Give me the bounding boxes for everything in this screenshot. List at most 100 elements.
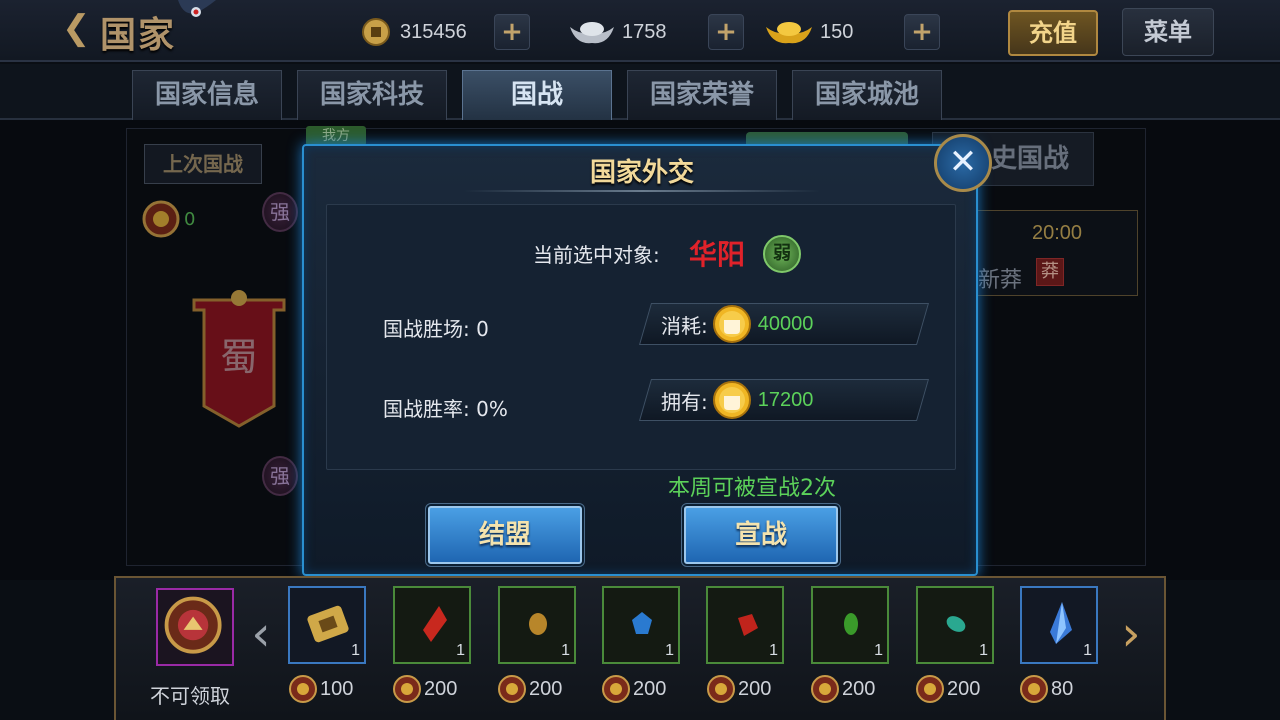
copper-resource: 315456	[358, 12, 467, 52]
own-value: 17200	[757, 388, 814, 411]
gold-ingot-icon	[766, 22, 812, 44]
item-cost: 100	[288, 674, 353, 704]
tab-country-cities[interactable]: 国家城池	[792, 70, 942, 120]
silver-ingot-icon	[570, 22, 614, 44]
red-crystal-icon	[423, 606, 447, 642]
add-gold-button[interactable]: +	[904, 14, 940, 50]
menu-button[interactable]: 菜单	[1122, 8, 1214, 56]
copper-value: 315456	[400, 20, 467, 43]
own-label: 拥有:	[661, 389, 708, 414]
cost-value: 200	[633, 677, 667, 700]
recharge-button[interactable]: 充值	[1008, 10, 1098, 56]
blue-shard-icon	[1050, 602, 1072, 644]
item-quantity: 1	[351, 642, 360, 659]
cost-value: 200	[529, 677, 563, 700]
tab-country-tech[interactable]: 国家科技	[297, 70, 447, 120]
copper-coin-icon	[362, 18, 390, 46]
silver-value: 1758	[622, 20, 667, 43]
item-quantity: 1	[1083, 642, 1092, 659]
declare-war-note: 本周可被宣战2次	[668, 476, 836, 501]
item-quantity: 1	[456, 642, 465, 659]
merit-medal-icon	[393, 675, 421, 703]
reward-item-gold-ore[interactable]: 1	[498, 586, 576, 664]
gold-resource: 150	[764, 12, 853, 52]
tab-bar: 国家信息 国家科技 国战 国家荣誉 国家城池	[0, 64, 1280, 120]
item-quantity: 1	[979, 642, 988, 659]
merit-medal-icon	[811, 675, 839, 703]
fist-token-icon	[712, 305, 751, 343]
cost-value: 80	[1051, 677, 1074, 700]
gold-value: 150	[820, 20, 854, 43]
item-cost: 80	[1019, 674, 1073, 704]
dialog-title: 国家外交	[589, 158, 694, 188]
merit-medal-icon	[1020, 675, 1048, 703]
reward-item-token[interactable]: 1	[288, 586, 366, 664]
add-copper-button[interactable]: +	[494, 14, 530, 50]
tab-country-info[interactable]: 国家信息	[132, 70, 282, 120]
cost-value: 200	[424, 677, 458, 700]
chevron-left-icon[interactable]: ‹	[246, 606, 276, 662]
cost-row: 消耗: 40000	[661, 303, 813, 345]
item-quantity: 1	[769, 642, 778, 659]
item-cost: 200	[706, 674, 771, 704]
item-quantity: 1	[561, 642, 570, 659]
token-icon	[307, 605, 349, 643]
weak-badge: 弱	[763, 235, 801, 273]
merit-medal-icon	[916, 675, 944, 703]
target-label: 当前选中对象:	[533, 243, 660, 267]
reward-item-blue-gem[interactable]: 1	[602, 586, 680, 664]
gold-ore-icon	[529, 613, 547, 635]
add-silver-button[interactable]: +	[708, 14, 744, 50]
item-cost: 200	[392, 674, 457, 704]
top-bar: ❮ 国家 315456 + 1758 + 150 + 充值 菜单	[0, 0, 1280, 62]
item-quantity: 1	[874, 642, 883, 659]
tab-country-honor[interactable]: 国家荣誉	[627, 70, 777, 120]
war-wins-label: 国战胜场:	[383, 317, 470, 341]
reward-item-ruby[interactable]: 1	[706, 586, 784, 664]
merit-medal-icon	[289, 675, 317, 703]
cost-value: 200	[738, 677, 772, 700]
locked-reward-slot[interactable]	[156, 588, 234, 666]
tab-national-war[interactable]: 国战	[462, 70, 612, 120]
target-name: 华阳	[689, 238, 746, 271]
item-quantity: 1	[665, 642, 674, 659]
cost-value: 40000	[757, 312, 814, 335]
item-cost: 200	[915, 674, 980, 704]
teal-gem-icon	[946, 616, 966, 632]
reward-item-teal-gem[interactable]: 1	[916, 586, 994, 664]
mascot-icon	[178, 0, 216, 17]
item-cost: 200	[810, 674, 875, 704]
item-cost: 200	[601, 674, 666, 704]
locked-chest-icon	[164, 596, 222, 654]
silver-resource: 1758	[568, 12, 667, 52]
declare-war-button[interactable]: 宣战	[684, 506, 838, 564]
chevron-right-icon[interactable]: ›	[1116, 606, 1146, 662]
own-row: 拥有: 17200	[661, 379, 813, 421]
item-cost: 200	[497, 674, 562, 704]
close-icon[interactable]: ✕	[934, 134, 992, 192]
merit-medal-icon	[498, 675, 526, 703]
reward-item-green-gem[interactable]: 1	[811, 586, 889, 664]
cost-value: 100	[320, 677, 354, 700]
dialog-content: 当前选中对象: 华阳 弱 国战胜场: 0 国战胜率: 0% 消耗: 40000 …	[326, 204, 956, 470]
chevron-left-icon[interactable]: ❮	[62, 8, 91, 48]
locked-label: 不可领取	[150, 684, 230, 708]
diplomacy-dialog: 国家外交 当前选中对象: 华阳 弱 国战胜场: 0 国战胜率: 0% 消耗: 4…	[302, 144, 978, 576]
merit-medal-icon	[707, 675, 735, 703]
ruby-icon	[738, 614, 758, 636]
fist-token-icon	[712, 381, 751, 419]
reward-item-red-crystal[interactable]: 1	[393, 586, 471, 664]
war-win-rate-value: 0%	[476, 397, 508, 421]
war-wins: 国战胜场: 0	[383, 313, 489, 342]
merit-medal-icon	[602, 675, 630, 703]
title-divider	[464, 190, 820, 192]
blue-gem-icon	[632, 612, 652, 634]
cost-value: 200	[842, 677, 876, 700]
alliance-button[interactable]: 结盟	[428, 506, 582, 564]
cost-label: 消耗:	[661, 313, 708, 338]
war-win-rate: 国战胜率: 0%	[383, 393, 508, 422]
war-wins-value: 0	[476, 317, 489, 341]
reward-item-blue-shard[interactable]: 1	[1020, 586, 1098, 664]
green-gem-icon	[844, 613, 858, 635]
cost-value: 200	[947, 677, 981, 700]
